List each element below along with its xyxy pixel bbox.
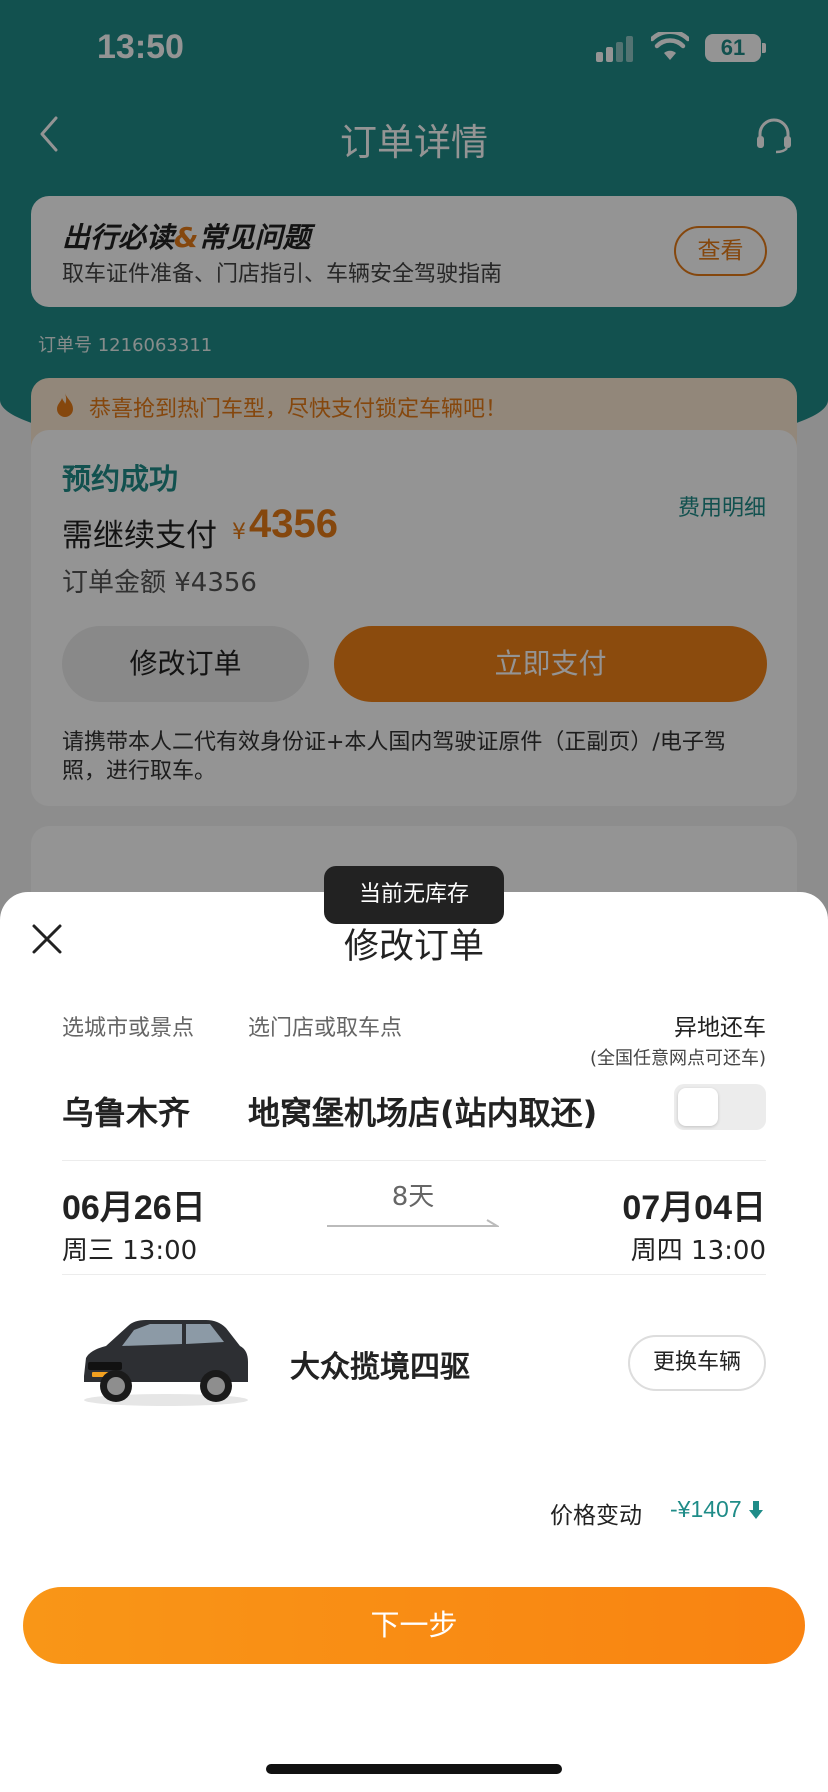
edit-order-sheet: 修改订单 选城市或景点 选门店或取车点 异地还车 (全国任意网点可还车) 乌鲁木… <box>0 892 828 1792</box>
car-name: 大众揽境四驱 <box>290 1350 470 1385</box>
next-step-button[interactable]: 下一步 <box>23 1587 805 1664</box>
arrow-down-icon <box>749 1501 763 1519</box>
toggle-knob <box>678 1088 718 1126</box>
car-image <box>84 1320 248 1406</box>
change-car-button[interactable]: 更换车辆 <box>628 1335 766 1391</box>
home-indicator <box>266 1764 562 1774</box>
store-label: 选门店或取车点 <box>248 1016 403 1041</box>
price-change-label: 价格变动 <box>550 1503 642 1529</box>
return-day-time[interactable]: 周四 13:00 <box>631 1230 766 1267</box>
return-date[interactable]: 07月04日 <box>622 1180 766 1229</box>
duration-arrow-icon <box>327 1219 499 1227</box>
different-return-sublabel: (全国任意网点可还车) <box>589 1048 766 1069</box>
rental-duration: 8天 <box>391 1182 435 1212</box>
city-selector[interactable]: 乌鲁木齐 <box>62 1088 190 1134</box>
store-selector[interactable]: 地窝堡机场店(站内取还) <box>248 1088 597 1134</box>
pickup-day-time[interactable]: 周三 13:00 <box>62 1230 197 1267</box>
sheet-title: 修改订单 <box>343 927 484 967</box>
pickup-date[interactable]: 06月26日 <box>62 1180 206 1229</box>
different-return-label: 异地还车 <box>674 1015 766 1041</box>
divider <box>62 1160 766 1161</box>
different-return-toggle[interactable] <box>674 1084 766 1130</box>
divider <box>62 1274 766 1275</box>
out-of-stock-toast: 当前无库存 <box>324 866 504 924</box>
city-label: 选城市或景点 <box>62 1016 195 1041</box>
price-change-value: -¥1407 <box>670 1496 742 1522</box>
